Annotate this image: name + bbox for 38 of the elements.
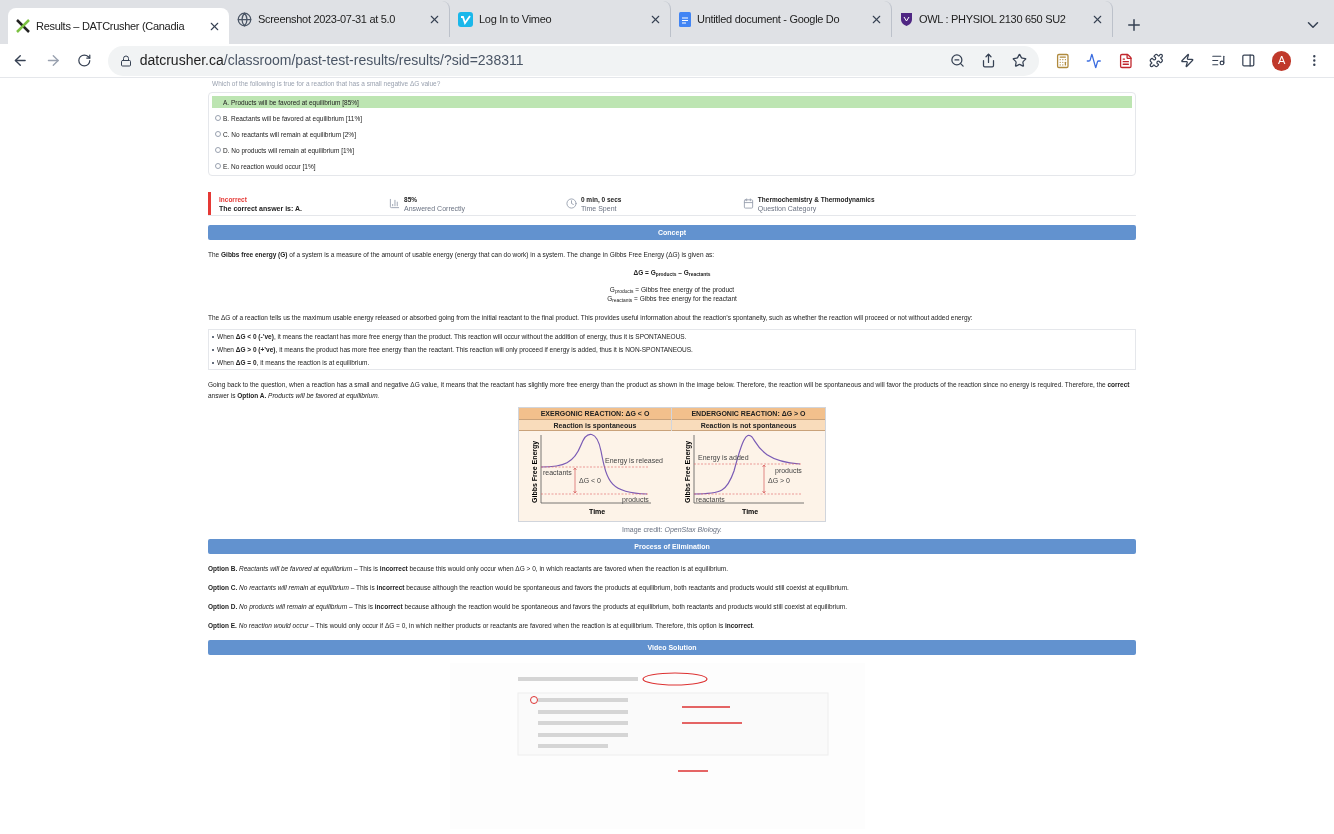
logo-icon	[16, 19, 30, 33]
browser-tab[interactable]: Screenshot 2023-07-31 at 5.0	[229, 1, 450, 37]
reload-icon[interactable]	[77, 53, 92, 68]
lock-icon	[119, 54, 132, 67]
back-icon[interactable]	[12, 52, 29, 69]
tab-title: OWL : PHYSIOL 2130 650 SU2	[919, 11, 1067, 27]
address-bar[interactable]: datcrusher.ca/classroom/past-test-results/results/?sid=238311	[107, 45, 1039, 76]
clock-icon	[565, 198, 577, 209]
bolt-icon[interactable]	[1180, 53, 1195, 68]
shield-icon	[900, 11, 913, 27]
waveform-icon[interactable]	[1086, 52, 1102, 69]
pdf-icon[interactable]	[1117, 52, 1134, 69]
browser-tab[interactable]: Untitled document - Google Do	[671, 1, 892, 37]
share-icon[interactable]	[980, 53, 996, 68]
arrow	[762, 464, 766, 494]
tab-title: Log In to Vimeo	[479, 11, 553, 27]
globe-icon	[237, 11, 252, 27]
vimeo-icon	[458, 11, 473, 27]
playlist-icon[interactable]	[1210, 53, 1226, 68]
arrow	[573, 467, 577, 494]
side-panel-icon[interactable]	[1241, 53, 1256, 68]
bookmark-icon[interactable]	[1011, 53, 1027, 68]
new-tab-icon[interactable]	[1125, 16, 1143, 34]
browser-tab[interactable]: Log In to Vimeo	[450, 1, 671, 37]
url-domain: datcrusher.ca	[139, 51, 224, 70]
document-icon	[679, 11, 691, 27]
tab-title: Untitled document - Google Do	[697, 11, 841, 27]
tab-title: Results – DATCrusher (Canadia	[36, 18, 186, 34]
extensions-icon[interactable]	[1149, 53, 1165, 68]
profile-avatar[interactable]: A	[1271, 50, 1292, 71]
tab-title: Screenshot 2023-07-31 at 5.0	[258, 11, 397, 27]
zoom-icon[interactable]	[949, 53, 965, 68]
url-path: /classroom/past-test-results/results/?sid=238311	[223, 51, 524, 70]
calendar-icon	[742, 198, 754, 209]
browser-tab[interactable]: Results – DATCrusher (Canadia	[8, 8, 229, 44]
calculator-icon[interactable]	[1054, 52, 1071, 69]
browser-tab[interactable]: OWL : PHYSIOL 2130 650 SU2	[892, 1, 1113, 37]
bar-chart-icon	[389, 198, 401, 209]
